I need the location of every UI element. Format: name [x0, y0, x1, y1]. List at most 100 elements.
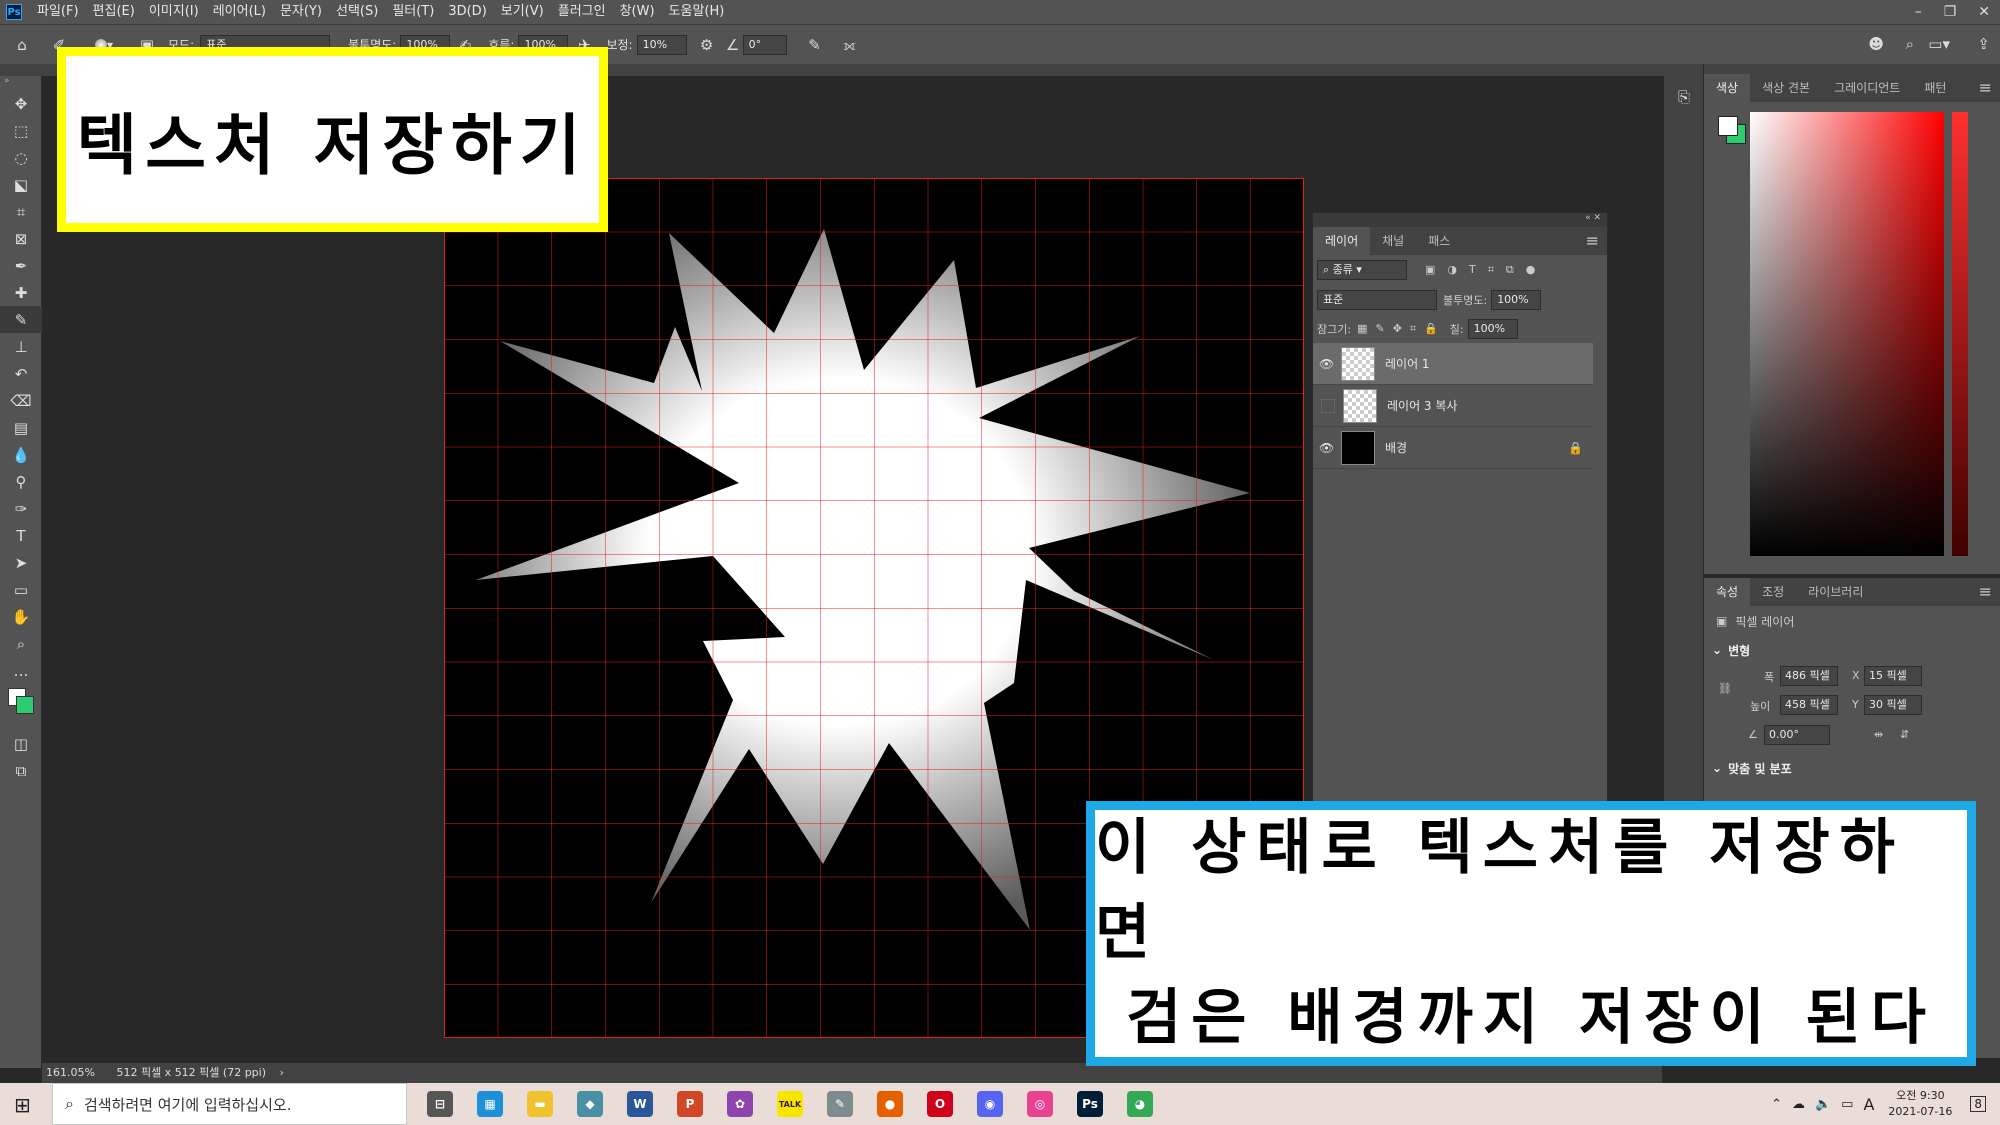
menu-item[interactable]: 창(W) — [613, 0, 662, 24]
smoothing-field[interactable]: 10% — [636, 34, 687, 55]
chrome-app[interactable]: ◕ — [1120, 1083, 1160, 1125]
firefox-app[interactable]: ● — [870, 1083, 910, 1125]
more-icon[interactable]: … — [0, 657, 42, 684]
restore-icon[interactable]: ❐ — [1944, 0, 1957, 24]
healing-icon[interactable]: ✚ — [0, 279, 42, 306]
layer-row[interactable]: 레이어 3 복사 — [1313, 385, 1593, 427]
screen-mode-icon[interactable]: ⧉ — [0, 757, 42, 784]
menu-item[interactable]: 선택(S) — [329, 0, 385, 24]
menu-item[interactable]: 파일(F) — [30, 0, 86, 24]
windows-start-icon[interactable]: ⊞ — [14, 1093, 31, 1117]
collapse-panel-icon[interactable]: « ✕ — [1585, 213, 1601, 223]
network-icon[interactable]: ▭ — [1841, 1097, 1853, 1112]
eyedropper-icon[interactable]: ✒ — [0, 252, 42, 279]
history-brush-icon[interactable]: ↶ — [0, 360, 42, 387]
height-field[interactable]: 458 픽셀 — [1780, 695, 1838, 715]
frame-icon[interactable]: ⊠ — [0, 225, 42, 252]
cloud-icon[interactable]: ☁ — [1792, 1097, 1805, 1112]
move-icon[interactable]: ✥ — [0, 90, 42, 117]
width-field[interactable]: 486 픽셀 — [1780, 666, 1838, 686]
app-1-app[interactable]: ▦ — [470, 1083, 510, 1125]
type-icon[interactable]: T — [0, 522, 42, 549]
symmetry-icon[interactable]: ⟗ — [835, 36, 865, 54]
tab-gradients[interactable]: 그레이디언트 — [1822, 74, 1912, 102]
menu-item[interactable]: 레이어(L) — [206, 0, 273, 24]
word-app[interactable]: W — [620, 1083, 660, 1125]
quick-mask-icon[interactable]: ◫ — [0, 730, 42, 757]
path-select-icon[interactable]: ➤ — [0, 549, 42, 576]
chevron-up-icon[interactable]: ⌃ — [1771, 1097, 1782, 1112]
foreground-color[interactable] — [1718, 116, 1738, 136]
share-user-icon[interactable]: ☻ — [1868, 35, 1884, 53]
volume-icon[interactable]: 🔈 — [1815, 1097, 1831, 1112]
powerpoint-app[interactable]: P — [670, 1083, 710, 1125]
tab-channels[interactable]: 채널 — [1370, 227, 1416, 255]
layer-filter-icons[interactable]: ▣◑T⌗⧉● — [1425, 263, 1547, 277]
app-8-app[interactable]: ✎ — [820, 1083, 860, 1125]
notification-icon[interactable]: 8 — [1970, 1096, 1986, 1112]
search-icon[interactable]: ⌕ — [1906, 35, 1914, 53]
close-icon[interactable]: ✕ — [1978, 0, 1990, 24]
panel-menu-icon[interactable]: ≡ — [1979, 74, 2000, 102]
tab-libraries[interactable]: 라이브러리 — [1796, 578, 1875, 606]
flip-vertical-icon[interactable]: ⇵ — [1900, 728, 1909, 741]
collapse-icon[interactable]: » — [0, 76, 41, 90]
eraser-icon[interactable]: ⌫ — [0, 387, 42, 414]
tab-color[interactable]: 색상 — [1704, 74, 1751, 102]
layer-name[interactable]: 배경 — [1385, 439, 1407, 456]
object-select-icon[interactable]: ⬕ — [0, 171, 42, 198]
menu-item[interactable]: 플러그인 — [551, 0, 613, 24]
clock[interactable]: 오전 9:30 2021-07-16 — [1888, 1088, 1952, 1120]
menu-item[interactable]: 필터(T) — [385, 0, 441, 24]
menu-item[interactable]: 도움말(H) — [662, 0, 732, 24]
hue-slider[interactable] — [1952, 112, 1968, 556]
photoshop-app[interactable]: Ps — [1070, 1083, 1110, 1125]
layer-opacity-field[interactable]: 100% — [1491, 290, 1542, 310]
background-swatch[interactable] — [16, 696, 34, 714]
tab-adjustments[interactable]: 조정 — [1750, 578, 1796, 606]
angle-field[interactable]: 0.00° — [1764, 725, 1830, 745]
tab-patterns[interactable]: 패턴 — [1912, 74, 1958, 102]
pressure-size-icon[interactable]: ✎ — [795, 36, 835, 54]
layer-name[interactable]: 레이어 3 복사 — [1387, 397, 1457, 414]
minimize-icon[interactable]: – — [1915, 0, 1922, 24]
app-3-app[interactable]: ◆ — [570, 1083, 610, 1125]
workspace-icon[interactable]: ▭▾ — [1928, 35, 1950, 53]
zoom-icon[interactable]: ⌕ — [0, 630, 42, 657]
home-icon[interactable]: ⌂ — [0, 36, 44, 54]
chevron-down-icon[interactable]: ⌄ — [1712, 761, 1722, 775]
menu-item[interactable]: 편집(E) — [86, 0, 142, 24]
stamp-icon[interactable]: ⊥ — [0, 333, 42, 360]
menu-item[interactable]: 3D(D) — [441, 0, 493, 24]
fill-field[interactable]: 100% — [1467, 319, 1518, 339]
menu-item[interactable]: 문자(Y) — [273, 0, 329, 24]
app-6-app[interactable]: ✿ — [720, 1083, 760, 1125]
ime-indicator[interactable]: A — [1863, 1095, 1874, 1114]
flip-horizontal-icon[interactable]: ⇹ — [1874, 728, 1883, 741]
kakaotalk-app[interactable]: TALK — [770, 1083, 810, 1125]
chevron-right-icon[interactable]: › — [280, 1066, 284, 1079]
hand-icon[interactable]: ✋ — [0, 603, 42, 630]
color-field[interactable] — [1750, 112, 1944, 556]
app-12-app[interactable]: ◎ — [1020, 1083, 1060, 1125]
zoom-level[interactable]: 161.05% — [46, 1066, 95, 1079]
x-field[interactable]: 15 픽셀 — [1864, 666, 1922, 686]
menu-item[interactable]: 이미지(I) — [142, 0, 206, 24]
dodge-icon[interactable]: ⚲ — [0, 468, 42, 495]
share-icon[interactable]: ⇪ — [1977, 35, 1990, 53]
visibility-toggle[interactable] — [1321, 398, 1335, 413]
eye-icon[interactable]: 👁 — [1319, 357, 1337, 371]
lock-icons[interactable]: ▦✎✥⌗🔒 — [1357, 322, 1446, 336]
menu-item[interactable]: 보기(V) — [494, 0, 551, 24]
discord-app[interactable]: ◉ — [970, 1083, 1010, 1125]
blend-mode-select[interactable]: 표준 — [1317, 290, 1437, 310]
tab-paths[interactable]: 패스 — [1416, 227, 1462, 255]
blur-icon[interactable]: 💧 — [0, 441, 42, 468]
lasso-icon[interactable]: ◌ — [0, 144, 42, 171]
panel-menu-icon[interactable]: ≡ — [1979, 578, 2000, 606]
taskbar-search[interactable]: ⌕ 검색하려면 여기에 입력하십시오. — [52, 1083, 407, 1125]
layer-row[interactable]: 👁 배경 🔒 — [1313, 427, 1593, 469]
task-view-app[interactable]: ⊟ — [420, 1083, 460, 1125]
gear-icon[interactable]: ⚙ — [691, 36, 723, 54]
align-section[interactable]: 맞춤 및 분포 — [1728, 760, 1792, 777]
